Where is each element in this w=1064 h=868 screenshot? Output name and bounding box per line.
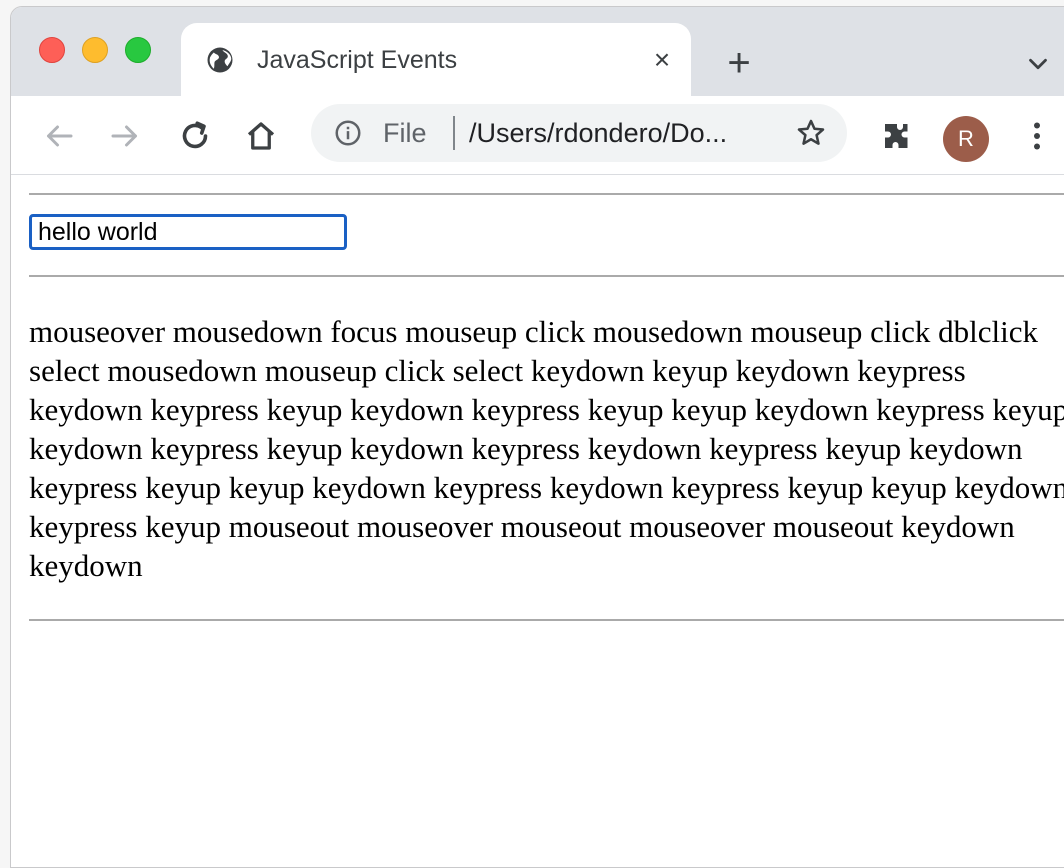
active-tab[interactable]: JavaScript Events × — [181, 23, 691, 97]
bookmark-star-icon[interactable] — [795, 117, 827, 149]
more-menu-icon[interactable] — [1019, 118, 1055, 154]
page-content: mouseover mousedown focus mouseup click … — [11, 175, 1064, 867]
zoom-window-button[interactable] — [125, 37, 151, 63]
home-icon[interactable] — [243, 118, 279, 154]
new-tab-button[interactable]: + — [719, 43, 759, 83]
text-input[interactable] — [29, 214, 347, 250]
tab-strip: JavaScript Events × + — [11, 7, 1064, 97]
close-window-button[interactable] — [39, 37, 65, 63]
url-text[interactable]: /Users/rdondero/Do... — [469, 118, 727, 148]
info-icon[interactable] — [333, 118, 363, 148]
horizontal-rule — [29, 193, 1064, 195]
close-tab-button[interactable]: × — [647, 45, 677, 75]
tab-title: JavaScript Events — [257, 46, 458, 74]
back-arrow-icon[interactable] — [41, 118, 77, 154]
globe-icon — [207, 47, 233, 73]
horizontal-rule — [29, 619, 1064, 621]
browser-window: JavaScript Events × + File /Users/rdonde… — [10, 6, 1064, 868]
event-log: mouseover mousedown focus mouseup click … — [29, 314, 1064, 583]
browser-toolbar: File /Users/rdondero/Do... R — [11, 96, 1064, 175]
minimize-window-button[interactable] — [82, 37, 108, 63]
address-bar[interactable]: File /Users/rdondero/Do... — [311, 104, 847, 162]
reload-icon[interactable] — [177, 118, 213, 154]
extensions-puzzle-icon[interactable] — [879, 118, 915, 154]
chevron-down-icon[interactable] — [1023, 49, 1053, 79]
address-separator — [453, 116, 455, 150]
horizontal-rule — [29, 275, 1064, 277]
forward-arrow-icon[interactable] — [107, 118, 143, 154]
scheme-chip: File — [383, 118, 427, 148]
profile-avatar[interactable]: R — [943, 116, 989, 162]
